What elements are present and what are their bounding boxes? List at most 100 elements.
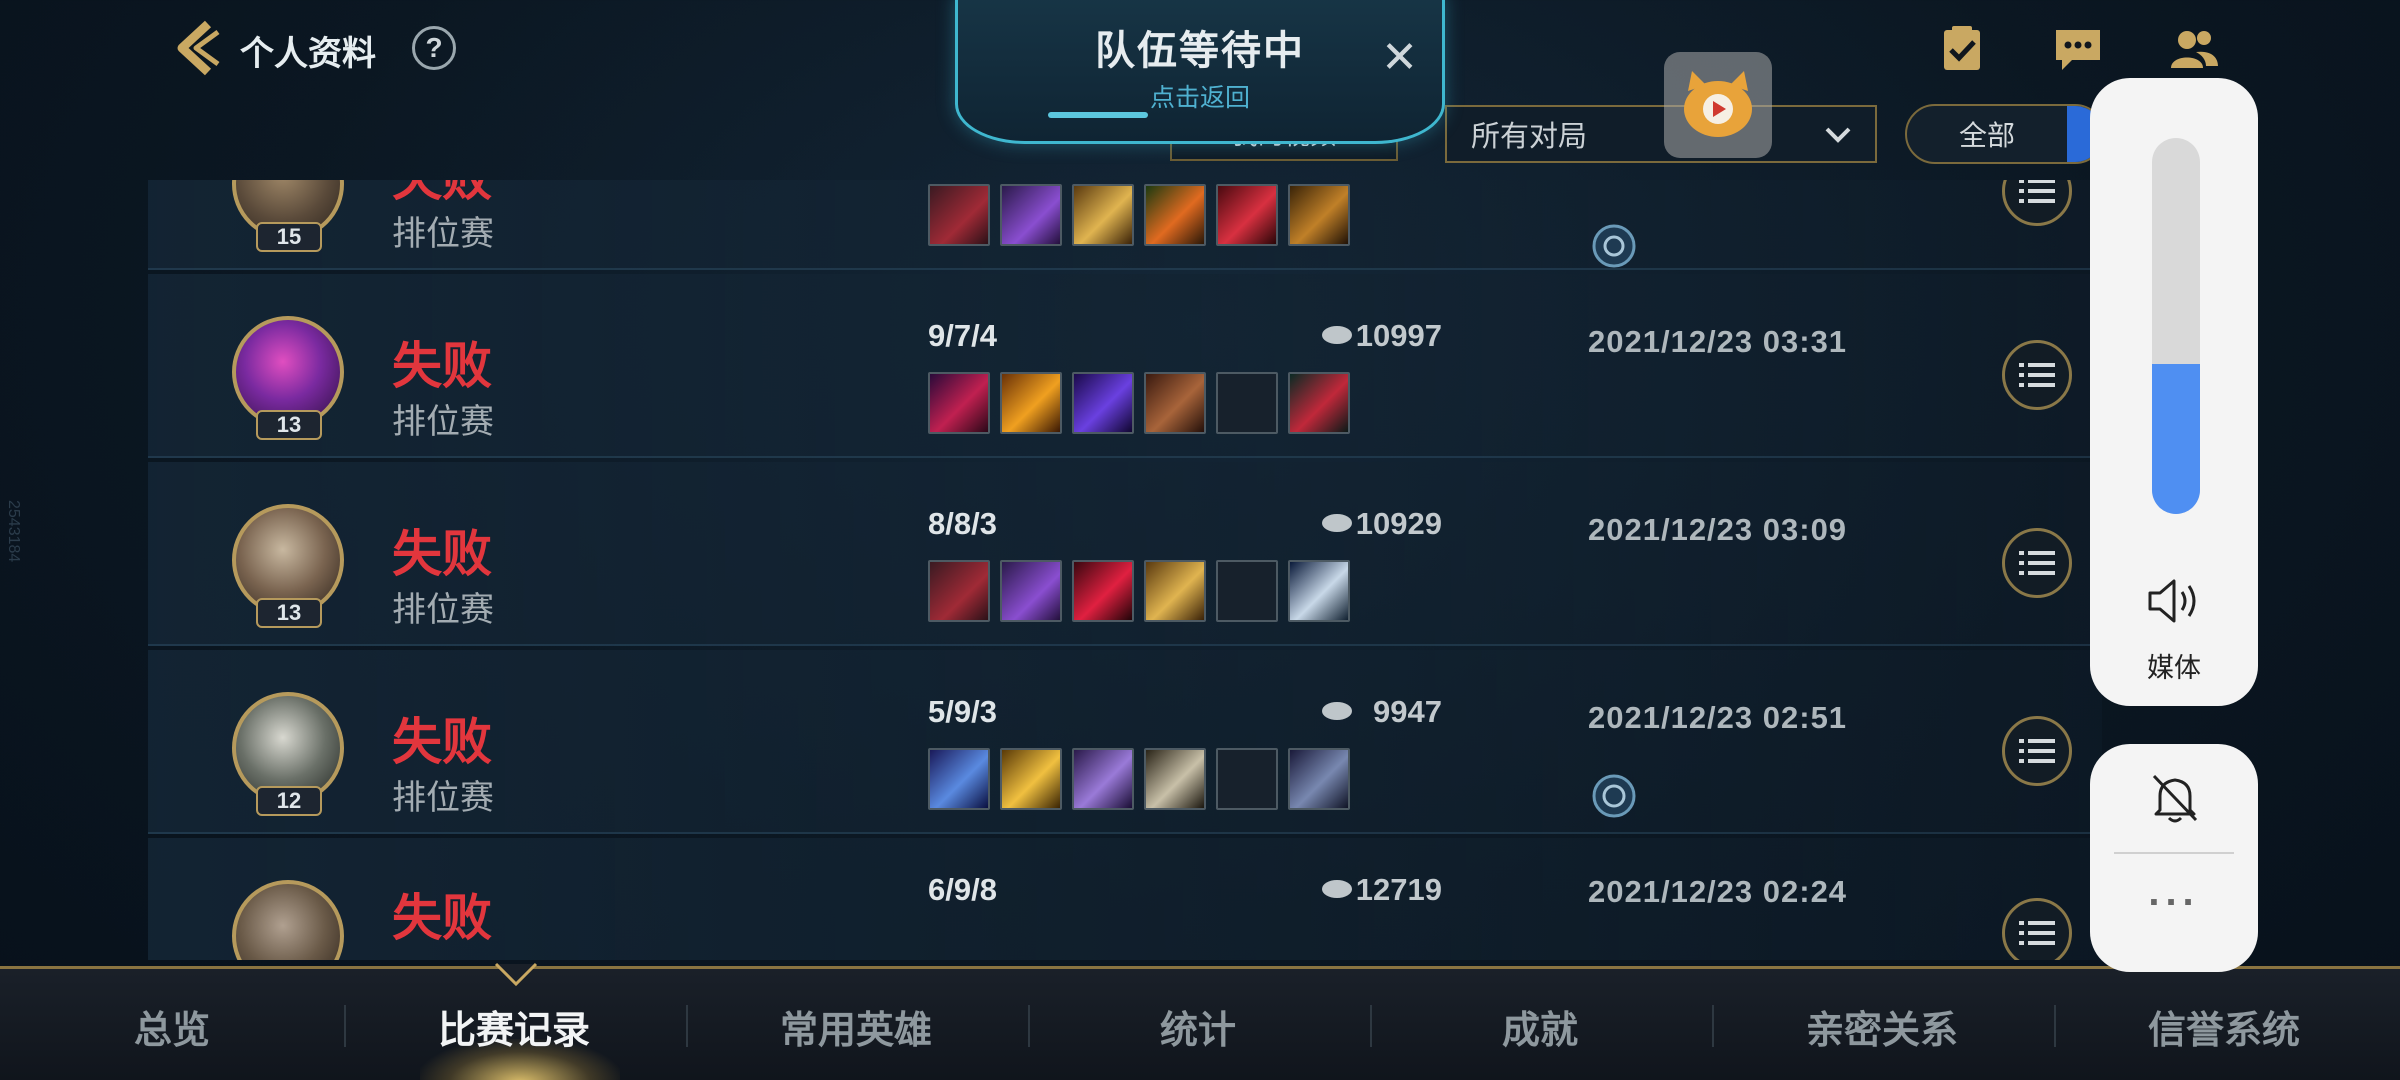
match-time: 2021/12/23 02:24: [1588, 874, 1848, 909]
item-build: [928, 748, 1350, 810]
match-mode: 排位赛: [392, 215, 494, 253]
kda: 5/9/3: [928, 694, 997, 729]
tab-honor-system[interactable]: 信誉系统: [2104, 999, 2344, 1054]
panel-divider: [2114, 852, 2234, 854]
champion-avatar: [232, 880, 344, 960]
list-icon: [2019, 363, 2055, 387]
tab-statistics[interactable]: 统计: [1078, 999, 1318, 1054]
match-filter-select[interactable]: 所有对局: [1445, 105, 1877, 163]
more-options-button[interactable]: ...: [2090, 870, 2258, 915]
item-slot: [1072, 560, 1134, 622]
item-slot: [1288, 748, 1350, 810]
tab-common-champions[interactable]: 常用英雄: [736, 999, 976, 1054]
match-result: 失败: [392, 890, 492, 946]
banner-title: 队伍等待中: [1095, 29, 1305, 73]
queue-progress: [1048, 112, 1148, 118]
list-icon: [2019, 739, 2055, 763]
volume-slider[interactable]: [2152, 138, 2200, 514]
item-slot: [1072, 184, 1134, 246]
ringer-panel[interactable]: ...: [2090, 744, 2258, 972]
match-filter-value: 所有对局: [1471, 121, 1588, 153]
match-row[interactable]: 15 失败 排位赛: [148, 180, 2102, 270]
item-slot: [1000, 184, 1062, 246]
tab-relationships[interactable]: 亲密关系: [1762, 999, 2002, 1054]
item-slot: [1288, 372, 1350, 434]
screen-recorder-icon[interactable]: [1664, 52, 1772, 158]
watermark: 2543184: [5, 500, 22, 563]
team-waiting-banner[interactable]: 队伍等待中 点击返回 ✕: [955, 0, 1445, 144]
tab-divider: [1370, 1005, 1372, 1047]
champion-level: 13: [256, 410, 322, 440]
item-slot: [1288, 560, 1350, 622]
match-detail-button[interactable]: [2002, 340, 2072, 410]
tab-divider: [2054, 1005, 2056, 1047]
match-type-toggle[interactable]: 全部: [1905, 104, 2105, 164]
tab-divider: [344, 1005, 346, 1047]
item-slot: [928, 372, 990, 434]
volume-panel[interactable]: 媒体: [2090, 78, 2258, 706]
match-detail-button[interactable]: [2002, 716, 2072, 786]
champion-level: 15: [256, 222, 322, 252]
item-build: [928, 184, 1350, 246]
item-slot: [928, 560, 990, 622]
item-slot: [1144, 372, 1206, 434]
list-icon: [2019, 180, 2055, 203]
item-slot: [1144, 748, 1206, 810]
bell-muted-icon[interactable]: [2148, 770, 2202, 826]
help-icon[interactable]: ?: [412, 26, 456, 70]
item-slot-empty: [1216, 372, 1278, 434]
match-row[interactable]: 失败 6/9/8 12719 2021/12/23 02:24: [148, 838, 2102, 960]
item-slot-empty: [1216, 560, 1278, 622]
active-tab-indicator-icon: [494, 962, 538, 987]
item-slot: [1216, 184, 1278, 246]
tab-divider: [1712, 1005, 1714, 1047]
match-detail-button[interactable]: [2002, 898, 2072, 960]
item-slot: [1000, 560, 1062, 622]
tab-overview[interactable]: 总览: [52, 999, 292, 1054]
tab-match-history[interactable]: 比赛记录: [394, 999, 634, 1054]
close-icon[interactable]: ✕: [1381, 32, 1418, 83]
chevron-down-icon: [1825, 127, 1851, 143]
banner-return-link[interactable]: 点击返回: [958, 78, 1442, 114]
page-title: 个人资料: [240, 35, 376, 73]
match-detail-button[interactable]: [2002, 528, 2072, 598]
item-slot: [928, 184, 990, 246]
match-row[interactable]: 12 失败 排位赛 5/9/3 9947 2021/12/23 02:51: [148, 650, 2102, 834]
gold-coin-icon: [1322, 880, 1352, 898]
match-mode: 排位赛: [392, 591, 494, 629]
rank-badge-icon: [1592, 774, 1636, 818]
match-mode: 排位赛: [392, 779, 494, 817]
gold-coin-icon: [1322, 702, 1352, 720]
friends-icon[interactable]: [2166, 24, 2222, 74]
item-slot: [1288, 184, 1350, 246]
back-arrow-icon[interactable]: [168, 18, 224, 78]
kda: 8/8/3: [928, 506, 997, 541]
item-slot: [1144, 184, 1206, 246]
gold-coin-icon: [1322, 326, 1352, 344]
toggle-option-all[interactable]: 全部: [1907, 106, 2067, 162]
item-slot-empty: [1216, 748, 1278, 810]
tab-achievements[interactable]: 成就: [1420, 999, 1660, 1054]
match-time: 2021/12/23 03:31: [1588, 324, 1848, 359]
item-slot: [1072, 372, 1134, 434]
item-slot: [1144, 560, 1206, 622]
task-checklist-icon[interactable]: [1934, 24, 1990, 74]
volume-label: 媒体: [2147, 653, 2201, 683]
rank-badge-icon: [1592, 224, 1636, 268]
match-row[interactable]: 13 失败 排位赛 8/8/3 10929 2021/12/23 03:09: [148, 462, 2102, 646]
speaker-icon[interactable]: [2146, 576, 2204, 626]
match-time: 2021/12/23 03:09: [1588, 512, 1848, 547]
list-icon: [2019, 551, 2055, 575]
chat-icon[interactable]: [2050, 24, 2106, 74]
item-slot: [1000, 372, 1062, 434]
gold-coin-icon: [1322, 514, 1352, 532]
kda: 9/7/4: [928, 318, 997, 353]
item-slot: [1000, 748, 1062, 810]
match-history-list[interactable]: 15 失败 排位赛 13 失败 排位赛 9/7/4 10997: [148, 180, 2102, 960]
tab-divider: [1028, 1005, 1030, 1047]
item-slot: [928, 748, 990, 810]
match-detail-button[interactable]: [2002, 180, 2072, 226]
match-row[interactable]: 13 失败 排位赛 9/7/4 10997 2021/12/23 03:31: [148, 274, 2102, 458]
champion-level: 13: [256, 598, 322, 628]
match-result: 失败: [392, 526, 492, 582]
